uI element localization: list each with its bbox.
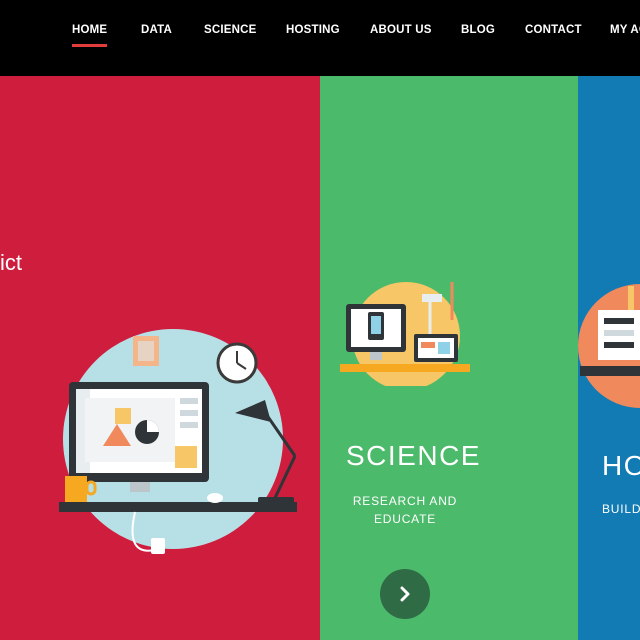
- nav-my-account[interactable]: MY AC: [610, 24, 640, 36]
- devices-illustration: [340, 282, 470, 386]
- top-navigation-bar: HOME DATA SCIENCE HOSTING ABOUT US BLOG …: [0, 0, 640, 76]
- data-panel[interactable]: ict: [0, 76, 320, 640]
- data-panel-partial-text: ict: [0, 250, 22, 275]
- nav-science[interactable]: SCIENCE: [204, 24, 257, 36]
- nav-about-us[interactable]: ABOUT US: [370, 24, 432, 36]
- hosting-title: HO: [602, 450, 640, 481]
- desktop-computer-illustration: [59, 329, 297, 554]
- science-panel[interactable]: SCIENCE RESEARCH AND EDUCATE: [320, 76, 578, 640]
- science-next-button[interactable]: [380, 569, 430, 619]
- nav-contact[interactable]: CONTACT: [525, 24, 582, 36]
- nav-home[interactable]: HOME: [72, 24, 108, 47]
- hosting-illustration: [578, 284, 640, 408]
- science-subtitle-line1: RESEARCH AND: [352, 494, 458, 508]
- nav-hosting[interactable]: HOSTING: [286, 24, 340, 36]
- chevron-right-icon: [400, 586, 410, 602]
- hosting-panel[interactable]: HO BUILD: [578, 76, 640, 640]
- science-title: SCIENCE: [346, 440, 481, 471]
- science-subtitle-line2: EDUCATE: [373, 512, 437, 526]
- nav-data[interactable]: DATA: [141, 24, 172, 36]
- nav-blog[interactable]: BLOG: [461, 24, 495, 36]
- hosting-subtitle: BUILD: [602, 502, 640, 516]
